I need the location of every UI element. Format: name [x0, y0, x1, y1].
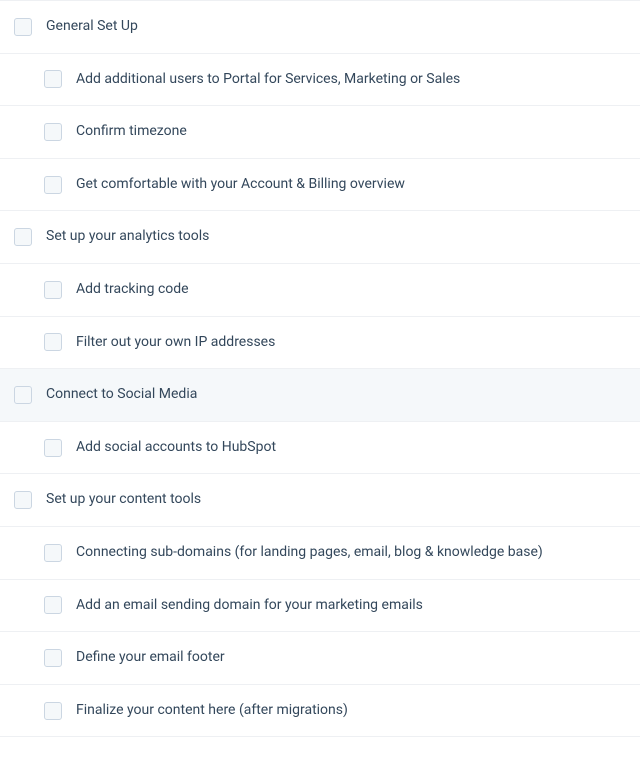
- checkbox-icon[interactable]: [14, 491, 32, 509]
- item-account-billing[interactable]: Get comfortable with your Account & Bill…: [0, 158, 640, 211]
- checkbox-icon[interactable]: [44, 702, 62, 720]
- item-add-social[interactable]: Add social accounts to HubSpot: [0, 421, 640, 474]
- section-content[interactable]: Set up your content tools: [0, 473, 640, 526]
- item-email-footer[interactable]: Define your email footer: [0, 631, 640, 684]
- item-label: Add additional users to Portal for Servi…: [76, 70, 460, 90]
- item-label: Add social accounts to HubSpot: [76, 438, 276, 458]
- checkbox-icon[interactable]: [44, 281, 62, 299]
- item-label: Confirm timezone: [76, 122, 187, 142]
- checkbox-icon[interactable]: [44, 333, 62, 351]
- section-label: Set up your analytics tools: [46, 227, 209, 247]
- item-label: Add tracking code: [76, 280, 189, 300]
- section-general[interactable]: General Set Up: [0, 0, 640, 53]
- section-label: Set up your content tools: [46, 490, 201, 510]
- checkbox-icon[interactable]: [14, 386, 32, 404]
- section-label: Connect to Social Media: [46, 385, 197, 405]
- checkbox-icon[interactable]: [44, 649, 62, 667]
- checkbox-icon[interactable]: [44, 123, 62, 141]
- checkbox-icon[interactable]: [44, 439, 62, 457]
- item-subdomains[interactable]: Connecting sub-domains (for landing page…: [0, 526, 640, 579]
- checkbox-icon[interactable]: [44, 596, 62, 614]
- section-label: General Set Up: [46, 17, 138, 37]
- item-tracking-code[interactable]: Add tracking code: [0, 263, 640, 316]
- item-label: Define your email footer: [76, 648, 225, 668]
- checkbox-icon[interactable]: [14, 18, 32, 36]
- item-label: Filter out your own IP addresses: [76, 333, 275, 353]
- checkbox-icon[interactable]: [44, 70, 62, 88]
- item-finalize-content[interactable]: Finalize your content here (after migrat…: [0, 684, 640, 737]
- checkbox-icon[interactable]: [44, 176, 62, 194]
- divider: [0, 736, 640, 737]
- checklist: General Set Up Add additional users to P…: [0, 0, 640, 737]
- checkbox-icon[interactable]: [44, 544, 62, 562]
- item-label: Connecting sub-domains (for landing page…: [76, 543, 543, 563]
- item-email-domain[interactable]: Add an email sending domain for your mar…: [0, 579, 640, 632]
- item-label: Finalize your content here (after migrat…: [76, 701, 348, 721]
- item-filter-ip[interactable]: Filter out your own IP addresses: [0, 316, 640, 369]
- item-label: Get comfortable with your Account & Bill…: [76, 175, 405, 195]
- checkbox-icon[interactable]: [14, 228, 32, 246]
- item-confirm-timezone[interactable]: Confirm timezone: [0, 105, 640, 158]
- section-analytics[interactable]: Set up your analytics tools: [0, 210, 640, 263]
- item-add-users[interactable]: Add additional users to Portal for Servi…: [0, 53, 640, 106]
- section-social[interactable]: Connect to Social Media: [0, 368, 640, 421]
- item-label: Add an email sending domain for your mar…: [76, 596, 423, 616]
